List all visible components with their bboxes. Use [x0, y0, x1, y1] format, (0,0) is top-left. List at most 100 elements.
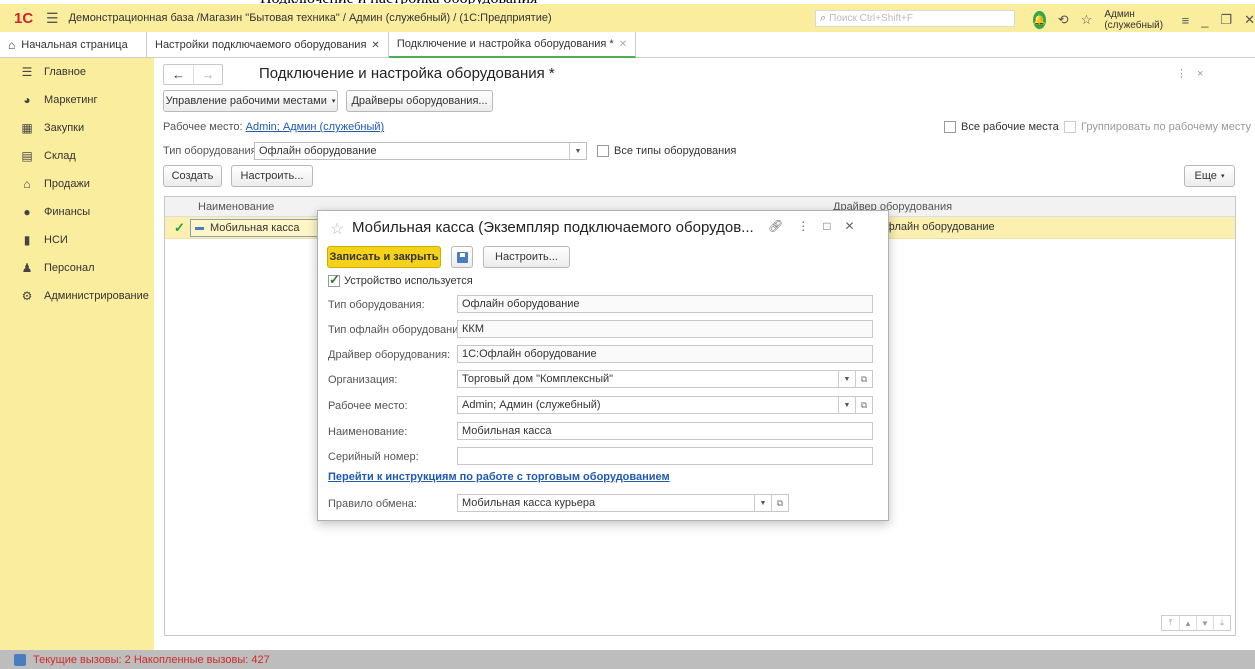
checkbox[interactable] [1064, 121, 1076, 133]
restore-icon[interactable]: ❐ [1220, 12, 1232, 28]
more-button[interactable]: Еще ▾ [1184, 165, 1235, 187]
group-by-workplace-checkbox[interactable]: Группировать по рабочему месту [1064, 121, 1251, 133]
equipment-drivers-button[interactable]: Драйверы оборудования... [346, 90, 493, 112]
favorites-star-icon[interactable]: ☆ [1081, 12, 1093, 28]
scroll-bottom-icon[interactable]: ⤓ [1213, 616, 1230, 630]
current-user[interactable]: Админ (служебный) [1104, 9, 1169, 31]
more-menu-icon[interactable]: ⋮ [797, 219, 809, 233]
notification-bell-icon[interactable]: 🔔 [1033, 11, 1046, 29]
settings-menu-icon[interactable]: ≡ [1182, 13, 1190, 28]
sidebar: ☰ Главное ◕ Маркетинг ▦ Закупки ▤ Склад ⌂ Про… [0, 58, 154, 650]
button-label: Еще [1194, 170, 1217, 182]
sidebar-item-warehouse[interactable]: ▤ Склад [0, 142, 154, 170]
workplace-row: Рабочее место: Admin; Админ (служебный) [163, 121, 384, 133]
forward-arrow-icon[interactable]: → [192, 65, 222, 84]
open-icon[interactable]: ⧉ [771, 495, 788, 511]
sidebar-item-finance[interactable]: ● Финансы [0, 198, 154, 226]
maximize-icon[interactable]: □ [823, 219, 830, 233]
history-icon[interactable]: ⟲ [1058, 12, 1069, 28]
sidebar-item-marketing[interactable]: ◕ Маркетинг [0, 86, 154, 114]
device-used-checkbox[interactable]: Устройство используется [328, 272, 473, 288]
tab-home[interactable]: ⌂ Начальная страница [0, 32, 147, 58]
column-header-name[interactable]: Наименование [198, 201, 274, 213]
organization-field[interactable]: Торговый дом "Комплексный" ▼ ⧉ [457, 370, 873, 388]
sidebar-item-nsi[interactable]: ▮ НСИ [0, 226, 154, 254]
exchange-rule-field[interactable]: Мобильная касса курьера ▼ ⧉ [457, 494, 789, 512]
sidebar-item-label: НСИ [44, 234, 68, 246]
scroll-down-icon[interactable]: ▼ [1196, 616, 1213, 630]
save-button[interactable] [451, 246, 473, 268]
sidebar-item-sales[interactable]: ⌂ Продажи [0, 170, 154, 198]
checkbox[interactable] [597, 145, 609, 157]
sidebar-item-administration[interactable]: ⚙ Администрирование [0, 282, 154, 310]
sidebar-item-label: Персонал [44, 262, 95, 274]
page-actions[interactable]: ⋮× [1176, 67, 1213, 80]
close-icon[interactable]: ✕ [844, 219, 854, 233]
all-workplaces-checkbox[interactable]: Все рабочие места [944, 121, 1059, 133]
close-tab-icon[interactable]: ✕ [619, 39, 627, 50]
create-button[interactable]: Создать [163, 165, 222, 187]
equipment-dialog: ☆ Мобильная касса (Экземпляр подключаемо… [317, 210, 889, 521]
serial-field[interactable] [457, 447, 873, 465]
name-cell[interactable]: Мобильная касса [190, 219, 330, 237]
equipment-type-field[interactable]: Офлайн оборудование [457, 295, 873, 313]
open-icon[interactable]: ⧉ [855, 371, 872, 387]
workplace-link[interactable]: Admin; Админ (служебный) [246, 121, 385, 133]
checkbox[interactable] [328, 272, 340, 288]
chevron-down-icon[interactable]: ▼ [754, 495, 771, 511]
close-window-icon[interactable]: ✕ [1244, 12, 1255, 28]
sidebar-item-label: Администрирование [44, 290, 149, 302]
save-and-close-button[interactable]: Записать и закрыть [327, 246, 441, 268]
favorite-star-icon[interactable]: ☆ [330, 219, 344, 239]
dialog-configure-button[interactable]: Настроить... [483, 246, 570, 268]
link-icon[interactable]: 🔗︎ [768, 219, 783, 233]
chevron-down-icon[interactable]: ▼ [838, 397, 855, 413]
equipment-type-select[interactable]: Офлайн оборудование ▼ [254, 142, 587, 160]
configure-button[interactable]: Настроить... [231, 165, 313, 187]
checkbox-label: Группировать по рабочему месту [1081, 121, 1252, 133]
tab-equipment-settings[interactable]: Настройки подключаемого оборудования ✕ [147, 32, 389, 58]
open-icon[interactable]: ⧉ [855, 397, 872, 413]
dialog-title: Мобильная касса (Экземпляр подключаемого… [352, 219, 754, 236]
home-icon: ⌂ [8, 38, 16, 52]
scroll-up-icon[interactable]: ▲ [1179, 616, 1196, 630]
instructions-link[interactable]: Перейти к инструкциям по работе с торгов… [328, 471, 670, 483]
back-arrow-icon[interactable]: ← [164, 65, 193, 84]
close-tab-icon[interactable]: ✕ [371, 40, 379, 51]
person-icon: ♟ [21, 261, 33, 275]
main-menu-icon[interactable]: ☰ [46, 10, 59, 27]
history-nav: ← → [163, 64, 223, 85]
dialog-actions: 🔗︎ ⋮ □ ✕ [768, 219, 855, 233]
shop-icon: ⌂ [23, 177, 31, 191]
chevron-down-icon[interactable]: ▼ [569, 143, 586, 159]
sidebar-item-personnel[interactable]: ♟ Персонал [0, 254, 154, 282]
driver-field[interactable]: 1С:Офлайн оборудование [457, 345, 873, 363]
search-placeholder: Поиск Ctrl+Shift+F [829, 13, 914, 24]
checkbox[interactable] [944, 121, 956, 133]
sidebar-item-purchases[interactable]: ▦ Закупки [0, 114, 154, 142]
all-types-checkbox[interactable]: Все типы оборудования [597, 145, 736, 157]
scroll-top-icon[interactable]: ⤒ [1162, 616, 1179, 630]
manage-workplaces-button[interactable]: Управление рабочими местами ▾ [163, 90, 338, 112]
cell-text: Мобильная касса [210, 222, 300, 234]
tab-label: Настройки подключаемого оборудования [155, 39, 367, 51]
sidebar-item-main[interactable]: ☰ Главное [0, 58, 154, 86]
global-search-input[interactable]: ⌕ Поиск Ctrl+Shift+F [815, 10, 1015, 27]
chevron-down-icon: ▾ [331, 98, 336, 105]
name-field[interactable]: Мобильная касса [457, 422, 873, 440]
app-logo: 1С [14, 9, 34, 27]
tab-equipment-connection[interactable]: Подключение и настройка оборудования * ✕ [388, 32, 637, 58]
serial-label: Серийный номер: [328, 451, 419, 463]
workplace-field[interactable]: Admin; Админ (служебный) ▼ ⧉ [457, 396, 873, 414]
tab-label: Начальная страница [21, 39, 128, 51]
tab-label: Подключение и настройка оборудования * [396, 38, 614, 50]
chevron-down-icon[interactable]: ▼ [838, 371, 855, 387]
sidebar-item-label: Главное [44, 66, 87, 78]
checkbox-label: Устройство используется [344, 275, 473, 287]
sidebar-item-label: Финансы [44, 206, 91, 218]
cart-icon: ▦ [21, 121, 33, 135]
server-calls-icon[interactable] [14, 653, 26, 666]
save-icon [456, 251, 468, 263]
offline-type-field[interactable]: ККМ [457, 320, 873, 338]
minimize-icon[interactable]: _ [1201, 13, 1208, 28]
